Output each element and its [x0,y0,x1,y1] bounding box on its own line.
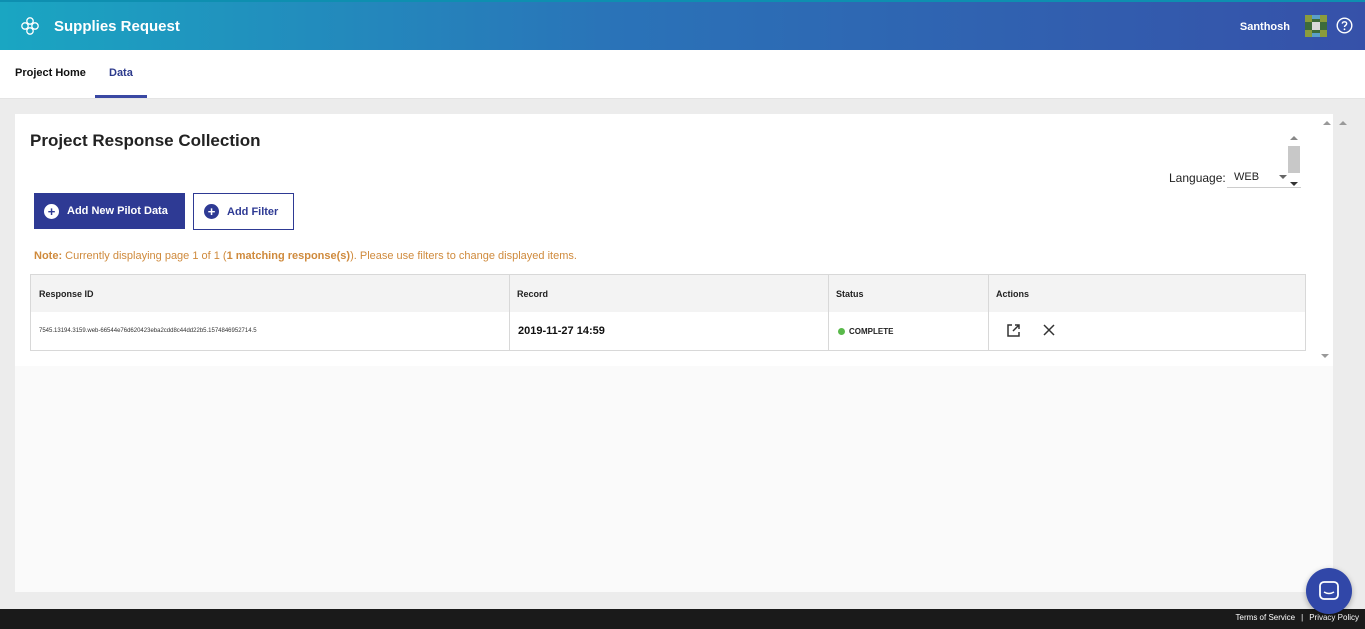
add-new-pilot-data-button[interactable]: + Add New Pilot Data [34,193,185,229]
chat-bubble-icon [1319,581,1339,600]
record-cell: 2019-11-27 14:59 [518,325,605,337]
language-label: Language: [1169,171,1226,185]
status-text: COMPLETE [849,327,894,336]
close-icon[interactable] [1043,324,1055,336]
chat-launcher-button[interactable] [1306,568,1352,614]
actions-cell [988,312,1306,350]
scroll-up-arrow-icon[interactable] [1290,136,1298,140]
tab-project-home[interactable]: Project Home [15,67,86,79]
note-text-before: Currently displaying page 1 of 1 ( [62,250,227,262]
language-select[interactable]: WEB [1227,166,1301,188]
caret-down-icon [1279,175,1287,179]
add-new-pilot-data-label: Add New Pilot Data [67,205,168,217]
sub-navigation: Project Home Data [0,50,1365,99]
scroll-up-arrow-icon[interactable] [1323,121,1331,125]
card-content: Project Response Collection Language: WE… [15,114,1333,366]
header-record[interactable]: Record [509,275,828,312]
response-collection-card: Project Response Collection Language: WE… [15,114,1333,592]
status-dot-icon [838,328,845,335]
header-response-id[interactable]: Response ID [31,275,509,312]
responses-table: Response ID Record Status Actions 7545.1… [30,274,1306,351]
header-actions: Actions [996,289,1030,299]
table-header: Response ID Record Status Actions [31,275,1305,312]
page-title: Project Response Collection [30,131,261,150]
add-filter-button[interactable]: + Add Filter [193,193,294,230]
note-bold-count: 1 matching response(s) [226,250,351,262]
footer-separator: | [1301,613,1304,622]
avatar[interactable] [1305,15,1327,37]
plus-circle-icon: + [204,204,219,219]
display-note: Note: Currently displaying page 1 of 1 (… [34,250,577,262]
privacy-policy-link[interactable]: Privacy Policy [1309,613,1359,622]
page-footer: Terms of Service | Privacy Policy [0,609,1365,629]
active-tab-indicator [95,95,147,98]
open-external-icon[interactable] [1006,323,1021,338]
flower-logo-icon[interactable] [20,16,40,36]
status-badge: COMPLETE [828,312,988,350]
note-text-after: ). Please use filters to change displaye… [350,250,577,262]
help-circle-icon[interactable] [1336,17,1353,34]
plus-circle-icon: + [44,203,59,219]
header-status[interactable]: Status [828,275,988,312]
terms-of-service-link[interactable]: Terms of Service [1236,613,1296,622]
user-name[interactable]: Santhosh [1240,21,1290,33]
add-filter-label: Add Filter [227,205,279,218]
response-id-cell: 7545.13194.3159.web-66544e76d620423eba2c… [39,328,257,334]
note-prefix: Note: [34,250,63,262]
scroll-down-arrow-icon[interactable] [1321,354,1329,358]
scroll-up-arrow-icon[interactable] [1339,121,1347,125]
tab-data[interactable]: Data [109,67,133,79]
app-header: Supplies Request Santhosh [0,2,1365,50]
language-value: WEB [1234,171,1260,183]
footer-links: Terms of Service | Privacy Policy [1236,613,1359,622]
app-title[interactable]: Supplies Request [54,18,180,35]
